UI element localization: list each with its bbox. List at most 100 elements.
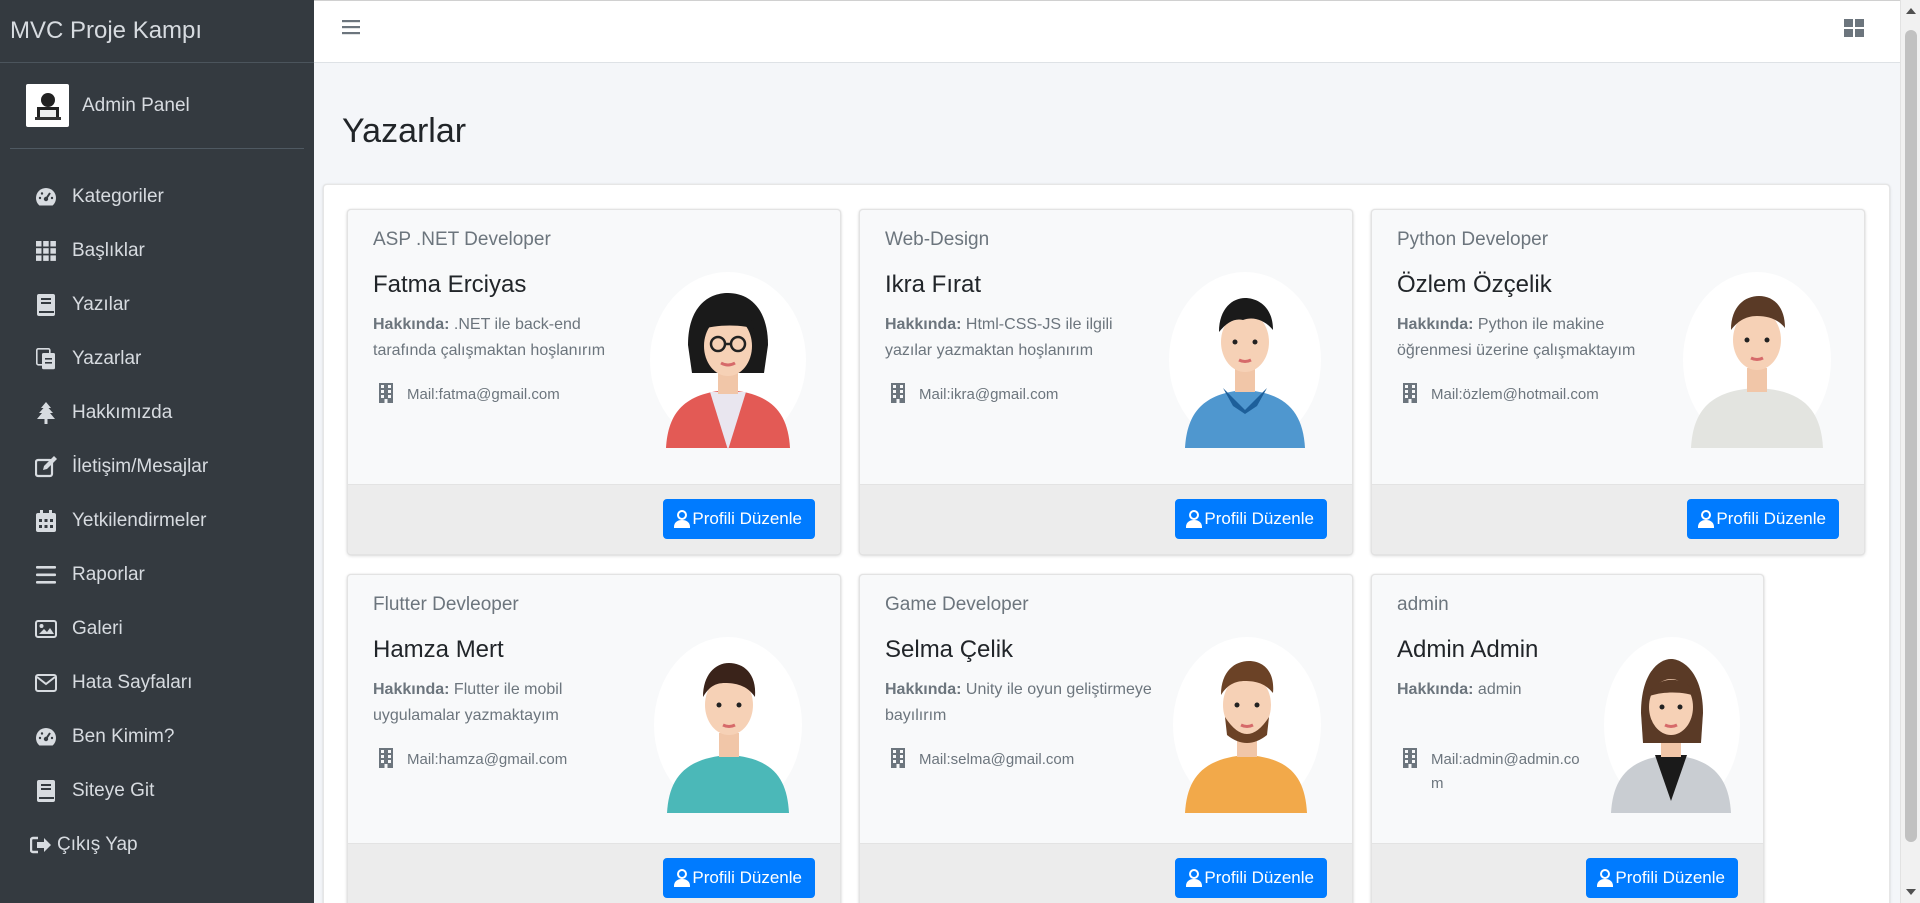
writer-name: Özlem Özçelik <box>1397 271 1552 298</box>
sidebar-item-label: Çıkış Yap <box>57 834 138 855</box>
writer-name: Ikra Fırat <box>885 271 982 298</box>
edit-icon <box>34 455 58 479</box>
writer-card: Game Developer Selma Çelik Hakkında: Uni… <box>859 574 1353 903</box>
sidebar-item-label: Hakkımızda <box>72 402 173 423</box>
writer-mail: Mail:ikra@gmail.com <box>885 383 1058 407</box>
writer-avatar <box>648 270 808 450</box>
dashboard-gauge-icon <box>34 185 58 209</box>
edit-profile-button[interactable]: Profili Düzenle <box>663 858 815 898</box>
writer-card-footer: Profili Düzenle <box>1372 843 1763 903</box>
user-icon <box>1186 869 1203 887</box>
sidebar-item-label: Raporlar <box>72 564 145 585</box>
edit-profile-label: Profili Düzenle <box>1716 509 1826 528</box>
image-icon <box>34 617 58 641</box>
mail-text: Mail:fatma@gmail.com <box>407 386 560 403</box>
sidebar-item-hakkimizda[interactable]: Hakkımızda <box>0 386 314 440</box>
about-label: Hakkında: <box>373 316 450 333</box>
edit-profile-button[interactable]: Profili Düzenle <box>1175 499 1327 539</box>
scroll-down-arrow-icon[interactable] <box>1906 889 1916 895</box>
writer-card: Python Developer Özlem Özçelik Hakkında:… <box>1371 209 1865 555</box>
sidebar-item-yazilar[interactable]: Yazılar <box>0 278 314 332</box>
mail-text: Mail:özlem@hotmail.com <box>1431 386 1599 403</box>
writer-role: Web-Design <box>885 229 990 250</box>
sidebar-item-cikis-yap[interactable]: Çıkış Yap <box>0 818 314 872</box>
writer-card-footer: Profili Düzenle <box>348 843 840 903</box>
edit-profile-label: Profili Düzenle <box>1204 868 1314 887</box>
sidebar: MVC Proje Kampı Admin Panel Kategoriler … <box>0 0 314 903</box>
writer-card: ASP .NET Developer Fatma Erciyas Hakkınd… <box>347 209 841 555</box>
scroll-thumb[interactable] <box>1905 30 1917 842</box>
sign-out-icon <box>29 833 53 857</box>
writer-card-footer: Profili Düzenle <box>860 843 1352 903</box>
sidebar-item-hata-sayfalari[interactable]: Hata Sayfaları <box>0 656 314 710</box>
writer-mail: Mail:selma@gmail.com <box>885 748 1074 772</box>
brand-link[interactable]: MVC Proje Kampı <box>0 0 314 63</box>
page-title: Yazarlar <box>342 112 467 150</box>
edit-profile-button[interactable]: Profili Düzenle <box>1175 858 1327 898</box>
sidebar-item-label: Galeri <box>72 618 123 639</box>
user-icon <box>1698 510 1715 528</box>
sidebar-item-label: Kategoriler <box>72 186 164 207</box>
menu-toggle-icon[interactable] <box>342 19 362 39</box>
edit-profile-button[interactable]: Profili Düzenle <box>663 499 815 539</box>
sidebar-item-label: Başlıklar <box>72 240 145 261</box>
sidebar-item-kategoriler[interactable]: Kategoriler <box>0 170 314 224</box>
page-scrollbar[interactable] <box>1900 0 1920 903</box>
mail-text: Mail:hamza@gmail.com <box>407 751 568 768</box>
sidebar-item-raporlar[interactable]: Raporlar <box>0 548 314 602</box>
grid-icon <box>34 239 58 263</box>
about-label: Hakkında: <box>885 316 962 333</box>
writer-about: Hakkında: Python ile makine öğrenmesi üz… <box>1397 312 1667 364</box>
sidebar-item-galeri[interactable]: Galeri <box>0 602 314 656</box>
scroll-up-arrow-icon[interactable] <box>1906 8 1916 14</box>
edit-profile-label: Profili Düzenle <box>1204 509 1314 528</box>
writer-mail: Mail:özlem@hotmail.com <box>1397 383 1599 407</box>
sidebar-item-label: Siteye Git <box>72 780 155 801</box>
sidebar-item-label: Yazılar <box>72 294 130 315</box>
sidebar-item-siteye-git[interactable]: Siteye Git <box>0 764 314 818</box>
writer-mail: Mail:fatma@gmail.com <box>373 383 560 407</box>
dashboard-gauge-icon <box>34 725 58 749</box>
tree-icon <box>34 401 58 425</box>
widgets-grid-icon[interactable] <box>1844 19 1864 39</box>
bars-icon <box>34 563 58 587</box>
user-icon <box>674 510 691 528</box>
about-label: Hakkında: <box>1397 316 1474 333</box>
writer-role: Python Developer <box>1397 229 1549 250</box>
topbar <box>314 0 1900 63</box>
user-panel[interactable]: Admin Panel <box>10 63 304 149</box>
writer-about: Hakkında: Unity ile oyun geliştirmeye ba… <box>885 677 1155 729</box>
mail-text: Mail:admin@admin.com <box>1431 751 1580 792</box>
sidebar-item-yetkilendirmeler[interactable]: Yetkilendirmeler <box>0 494 314 548</box>
sidebar-item-label: Ben Kimim? <box>72 726 175 747</box>
writer-avatar <box>1677 270 1837 450</box>
mail-text: Mail:ikra@gmail.com <box>919 386 1059 403</box>
writer-role: ASP .NET Developer <box>373 229 551 250</box>
sidebar-item-iletisim[interactable]: İletişim/Mesajlar <box>0 440 314 494</box>
writer-avatar <box>1165 635 1325 815</box>
edit-profile-label: Profili Düzenle <box>692 509 802 528</box>
sidebar-item-ben-kimim[interactable]: Ben Kimim? <box>0 710 314 764</box>
edit-profile-label: Profili Düzenle <box>1615 868 1725 887</box>
writer-role: admin <box>1397 594 1449 615</box>
edit-profile-button[interactable]: Profili Düzenle <box>1687 499 1839 539</box>
building-icon <box>1403 748 1421 768</box>
writer-about: Hakkında: .NET ile back-end tarafında ça… <box>373 312 643 364</box>
sidebar-item-yazarlar[interactable]: Yazarlar <box>0 332 314 386</box>
edit-profile-button[interactable]: Profili Düzenle <box>1586 858 1738 898</box>
book-icon <box>34 293 58 317</box>
building-icon <box>379 748 397 768</box>
book-icon <box>34 779 58 803</box>
copy-icon <box>34 347 58 371</box>
about-label: Hakkında: <box>373 681 450 698</box>
writer-avatar <box>653 635 813 815</box>
edit-profile-label: Profili Düzenle <box>692 868 802 887</box>
user-icon <box>1597 869 1614 887</box>
writer-avatar <box>1165 270 1325 450</box>
writer-avatar <box>1597 635 1757 815</box>
sidebar-item-label: İletişim/Mesajlar <box>72 456 209 477</box>
writer-about: Hakkında: Html-CSS-JS ile ilgili yazılar… <box>885 312 1155 364</box>
writer-name: Fatma Erciyas <box>373 271 527 298</box>
writer-role: Flutter Devleoper <box>373 594 519 615</box>
sidebar-item-basliklar[interactable]: Başlıklar <box>0 224 314 278</box>
